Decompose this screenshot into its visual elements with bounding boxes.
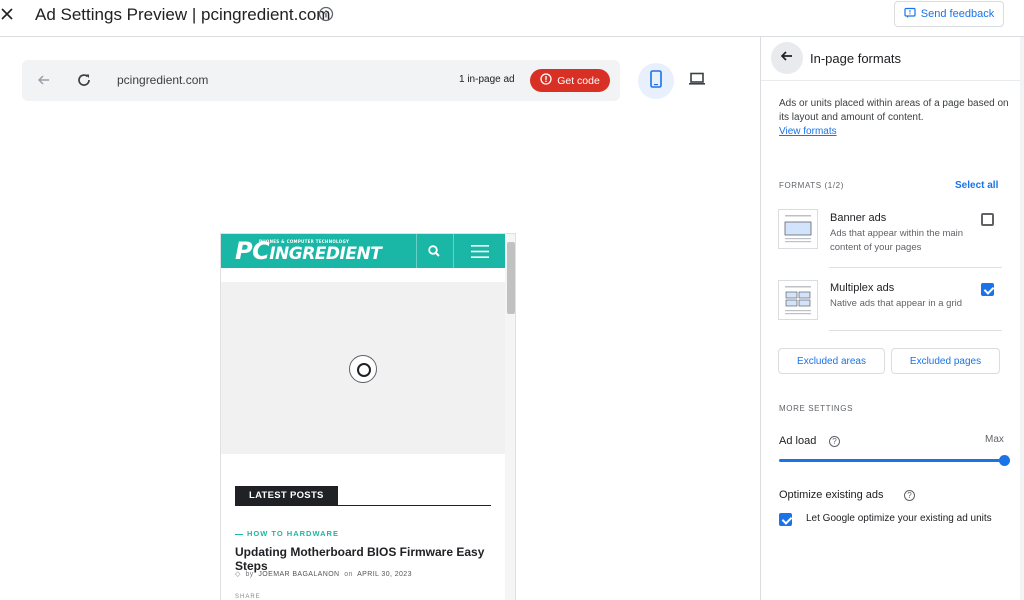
view-formats-link[interactable]: View formats (779, 126, 837, 137)
banner-ads-checkbox[interactable] (981, 213, 994, 226)
get-code-label: Get code (557, 74, 600, 87)
feedback-icon (904, 7, 916, 22)
back-arrow-icon (780, 49, 794, 68)
share-row: SHARE (235, 594, 261, 600)
post-author[interactable]: JOEMAR BAGALANON (258, 571, 339, 578)
send-feedback-button[interactable]: Send feedback (894, 1, 1004, 27)
optimize-help-icon[interactable]: ? (904, 490, 915, 501)
optimize-ads-label: Optimize existing ads (779, 489, 884, 501)
edge-strip (1020, 37, 1024, 600)
ad-load-help-icon[interactable]: ? (829, 436, 840, 447)
desktop-view-button[interactable] (680, 63, 714, 99)
feedback-label: Send feedback (920, 8, 995, 20)
clock-icon: ◇ (235, 571, 241, 578)
banner-ads-name: Banner ads (830, 212, 887, 224)
select-all-link[interactable]: Select all (955, 180, 998, 191)
banner-ads-description: Ads that appear within the main content … (830, 228, 964, 253)
mobile-preview: PCINGREDIENT PHONES & COMPUTER TECHNOLOG… (220, 233, 516, 600)
loading-spinner-icon (349, 355, 377, 383)
browser-bar: pcingredient.com 1 in-page ad Get code (22, 60, 620, 101)
panel-title: In-page formats (810, 51, 902, 66)
error-icon (540, 73, 552, 88)
back-arrow-icon[interactable] (36, 72, 52, 88)
panel-description: Ads or units placed within areas of a pa… (779, 98, 1009, 137)
phone-icon (650, 69, 662, 93)
excluded-areas-button[interactable]: Excluded areas (778, 348, 885, 374)
formats-count-label: FORMATS (1/2) (779, 181, 844, 190)
top-bar: Ad Settings Preview | pcingredient.com S… (0, 0, 1024, 37)
close-icon[interactable] (0, 7, 14, 21)
panel-back-button[interactable] (771, 42, 803, 74)
ad-load-slider-thumb[interactable] (999, 455, 1010, 466)
optimize-checkbox-label: Let Google optimize your existing ad uni… (806, 513, 992, 524)
url-text: pcingredient.com (117, 73, 209, 87)
more-settings-label: MORE SETTINGS (779, 404, 854, 413)
latest-posts-bar: LATEST POSTS (235, 486, 491, 506)
post-date: APRIL 30, 2023 (357, 571, 412, 578)
laptop-icon (688, 72, 706, 91)
banner-ads-icon (778, 209, 818, 249)
info-icon[interactable] (318, 6, 334, 22)
ad-count: 1 in-page ad (459, 74, 515, 85)
page-title: Ad Settings Preview | pcingredient.com (35, 5, 331, 24)
optimize-checkbox[interactable] (779, 513, 792, 526)
site-logo[interactable]: PCINGREDIENT PHONES & COMPUTER TECHNOLOG… (235, 237, 382, 265)
multiplex-ads-description: Native ads that appear in a grid (830, 298, 963, 309)
site-header: PCINGREDIENT PHONES & COMPUTER TECHNOLOG… (221, 234, 505, 268)
preview-scroll-thumb[interactable] (507, 242, 515, 314)
post-meta: ◇ by JOEMAR BAGALANON on APRIL 30, 2023 (235, 571, 412, 578)
multiplex-ads-name: Multiplex ads (830, 282, 895, 294)
ad-load-label: Ad load (779, 435, 817, 447)
site-menu-icon[interactable] (453, 234, 505, 268)
reload-icon[interactable] (76, 72, 92, 88)
post-category[interactable]: HOW TO HARDWARE (235, 529, 339, 538)
ad-load-max-label: Max (985, 434, 1004, 445)
ad-load-slider-track[interactable] (779, 459, 1005, 462)
post-title[interactable]: Updating Motherboard BIOS Firmware Easy … (235, 545, 515, 573)
latest-posts-heading: LATEST POSTS (235, 486, 338, 505)
multiplex-ads-checkbox[interactable] (981, 283, 994, 296)
excluded-pages-button[interactable]: Excluded pages (891, 348, 1000, 374)
multiplex-ads-icon (778, 280, 818, 320)
get-code-button[interactable]: Get code (530, 69, 610, 92)
in-page-formats-panel: In-page formats Ads or units placed with… (760, 37, 1021, 600)
site-search-icon[interactable] (427, 244, 441, 258)
mobile-view-button[interactable] (638, 63, 674, 99)
ad-slot (221, 282, 505, 454)
